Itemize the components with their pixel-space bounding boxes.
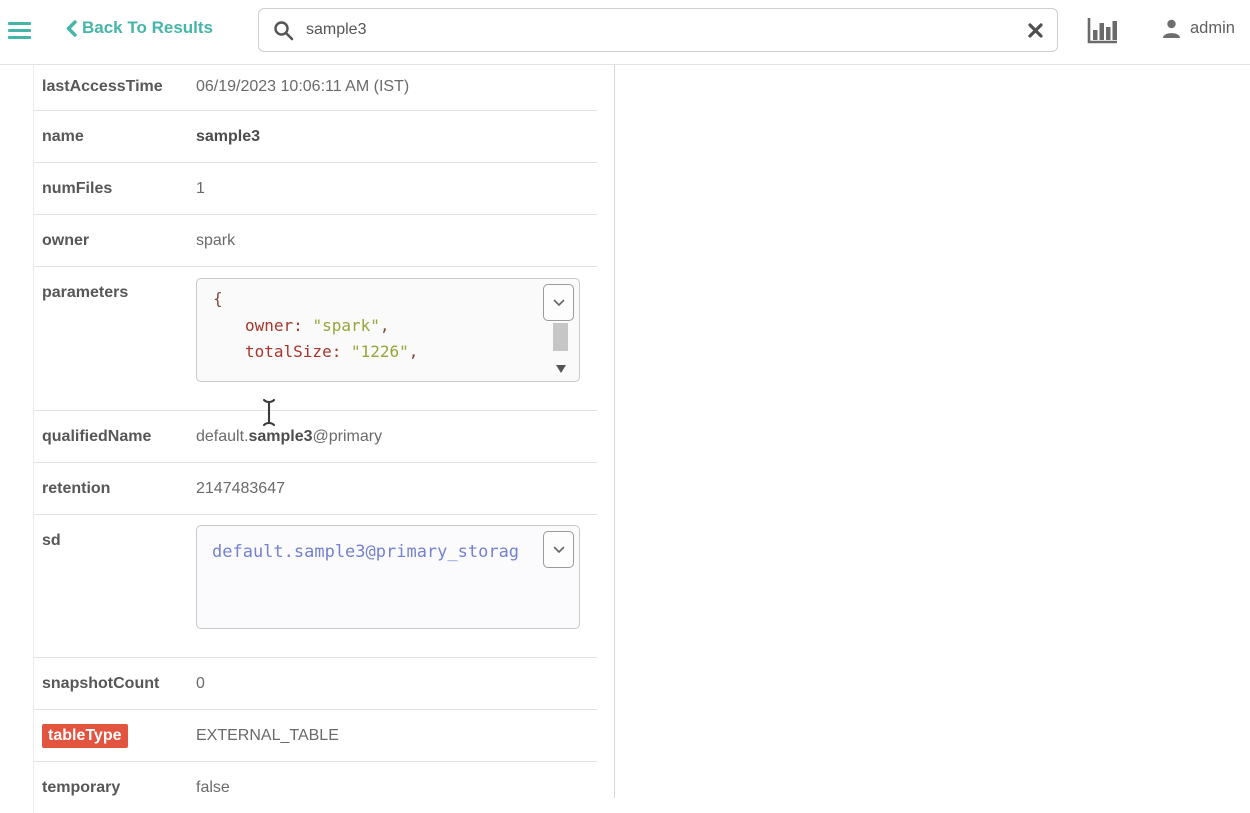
user-icon bbox=[1161, 18, 1182, 39]
property-row-owner: owner spark bbox=[34, 214, 597, 266]
property-value: default.sample3@primary bbox=[196, 428, 597, 446]
property-row-lastaccesstime: lastAccessTime 06/19/2023 10:06:11 AM (I… bbox=[34, 64, 597, 110]
text-cursor-ibeam bbox=[261, 398, 277, 432]
property-key: sd bbox=[34, 515, 196, 550]
properties-table: lastAccessTime 06/19/2023 10:06:11 AM (I… bbox=[33, 64, 597, 813]
property-value: EXTERNAL_TABLE bbox=[196, 727, 597, 745]
top-bar: Back To Results admin bbox=[0, 0, 1250, 64]
property-row-qualifiedname: qualifiedName default.sample3@primary bbox=[34, 410, 597, 462]
hamburger-menu-icon[interactable] bbox=[8, 22, 31, 40]
json-line: totalSize: "1226", bbox=[245, 342, 418, 361]
json-open-brace: { bbox=[213, 289, 223, 308]
atlas-detail-page: { "header": { "back_label": "Back To Res… bbox=[0, 0, 1250, 798]
clear-search-icon[interactable] bbox=[1028, 23, 1043, 38]
property-value: spark bbox=[196, 232, 597, 250]
property-row-tabletype: tableType EXTERNAL_TABLE bbox=[34, 709, 597, 761]
property-key: parameters bbox=[34, 267, 196, 302]
property-value: 0 bbox=[196, 675, 597, 693]
sd-entity-link[interactable]: default.sample3@primary_storag bbox=[212, 542, 519, 562]
json-line: owner: "spark", bbox=[245, 316, 390, 335]
property-value: false bbox=[196, 779, 597, 797]
statistics-chart-icon[interactable] bbox=[1086, 17, 1120, 46]
property-value: 1 bbox=[196, 180, 597, 198]
property-key: owner bbox=[34, 232, 196, 250]
property-key: numFiles bbox=[34, 180, 196, 198]
scrollbar-down-arrow-icon[interactable] bbox=[556, 365, 566, 373]
back-to-results-label: Back To Results bbox=[82, 18, 213, 38]
search-term-highlight: sample3 bbox=[248, 428, 312, 445]
property-key: qualifiedName bbox=[34, 428, 196, 446]
property-value: 06/19/2023 10:06:11 AM (IST) bbox=[196, 78, 597, 96]
property-key: lastAccessTime bbox=[34, 78, 196, 96]
expand-collapse-button[interactable] bbox=[543, 284, 574, 321]
user-menu[interactable]: admin bbox=[1161, 18, 1235, 39]
property-key: name bbox=[34, 128, 196, 146]
expand-collapse-button[interactable] bbox=[543, 531, 574, 568]
parameters-json-box[interactable]: { owner: "spark", totalSize: "1226", bbox=[196, 278, 580, 382]
property-row-snapshotcount: snapshotCount 0 bbox=[34, 657, 597, 709]
property-key: snapshotCount bbox=[34, 675, 196, 693]
property-row-name: name sample3 bbox=[34, 110, 597, 162]
property-row-retention: retention 2147483647 bbox=[34, 462, 597, 514]
search-box[interactable] bbox=[258, 8, 1058, 52]
property-row-sd: sd default.sample3@primary_storag bbox=[34, 514, 597, 657]
panel-divider bbox=[614, 65, 615, 798]
scrollbar-thumb[interactable] bbox=[553, 323, 568, 351]
property-row-numfiles: numFiles 1 bbox=[34, 162, 597, 214]
property-row-parameters: parameters { owner: "spark", totalSize: … bbox=[34, 266, 597, 410]
back-to-results-link[interactable]: Back To Results bbox=[66, 18, 213, 38]
property-key: temporary bbox=[34, 779, 196, 797]
search-input[interactable] bbox=[306, 21, 1028, 39]
property-key: retention bbox=[34, 480, 196, 498]
property-value: 2147483647 bbox=[196, 480, 597, 498]
username-label: admin bbox=[1190, 19, 1235, 38]
chevron-left-icon bbox=[66, 20, 77, 37]
search-term-highlight: tableType bbox=[42, 724, 128, 748]
property-value: sample3 bbox=[196, 128, 597, 146]
search-icon bbox=[273, 20, 294, 41]
sd-reference-box[interactable]: default.sample3@primary_storag bbox=[196, 525, 580, 629]
property-key: tableType bbox=[34, 727, 196, 745]
property-row-temporary: temporary false bbox=[34, 761, 597, 813]
